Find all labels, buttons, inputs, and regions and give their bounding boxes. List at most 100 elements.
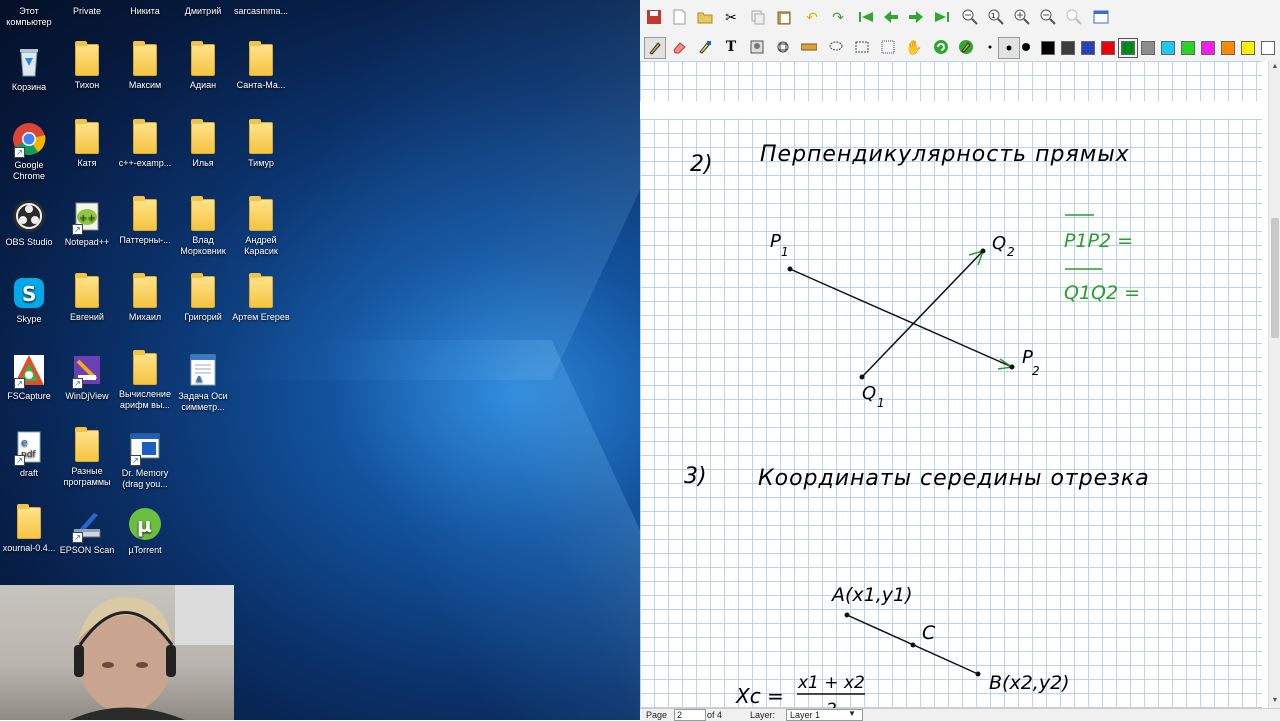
copy-icon[interactable]: [748, 7, 768, 27]
status-bar: Page 2 of 4 Layer: Layer 1 ▼: [640, 708, 1280, 721]
redo-icon[interactable]: ↷: [828, 7, 848, 27]
drawing-canvas[interactable]: 2) Перпендикулярность прямых P 1 P 2 Q 1…: [640, 61, 1268, 708]
ruler-icon[interactable]: [799, 37, 819, 57]
folder-label: Андрей Карасик: [244, 235, 278, 256]
zoom-100-icon[interactable]: 1: [986, 7, 1006, 27]
folder-label: c++-examp...: [118, 158, 172, 168]
desktop-icon-arith-calc[interactable]: Вычисление арифм вы...: [116, 350, 174, 411]
chevron-down-icon[interactable]: ▼: [848, 709, 856, 718]
last-page-icon[interactable]: [932, 7, 952, 27]
new-document-icon[interactable]: [669, 7, 689, 27]
desktop-icon-dr-memory[interactable]: ↗ Dr. Memory (drag you...: [116, 430, 174, 490]
color-swatch-light-green[interactable]: [1181, 41, 1195, 55]
desktop-icon-recycle-bin[interactable]: Корзина: [0, 44, 58, 93]
color-swatch-dark-gray[interactable]: [1061, 41, 1075, 55]
desktop-icon-andrey[interactable]: Андрей Карасик: [232, 196, 290, 257]
page-count: of 4: [707, 710, 723, 720]
color-swatch-red[interactable]: [1101, 41, 1115, 55]
next-page-icon[interactable]: [906, 7, 926, 27]
save-icon[interactable]: [644, 7, 664, 27]
color-swatch-yellow[interactable]: [1241, 41, 1255, 55]
desktop-icon-skype[interactable]: S Skype: [0, 276, 58, 325]
folder-label: Вычисление арифм вы...: [119, 389, 171, 410]
desktop-icon-evgeny[interactable]: Евгений: [58, 273, 116, 323]
desktop-icon-santa-ma[interactable]: Санта-Ма...: [232, 41, 290, 91]
desktop-icon-this-pc[interactable]: Этот компьютер: [0, 2, 58, 28]
color-swatch-white[interactable]: [1261, 41, 1275, 55]
rect-select-icon[interactable]: [852, 37, 872, 57]
desktop-icon-symmetry-task[interactable]: A Задача Оси симметр...: [174, 353, 232, 413]
thick-line-icon[interactable]: [1016, 37, 1036, 57]
desktop-icon-xournal[interactable]: xournal-0.4...: [0, 504, 58, 554]
lasso-select-icon[interactable]: [826, 37, 846, 57]
zoom-in-icon[interactable]: [1012, 7, 1032, 27]
desktop-icon-katya[interactable]: Катя: [58, 119, 116, 169]
desktop-icon-timur[interactable]: Тимур: [232, 119, 290, 169]
desktop-icon-mikhail[interactable]: Михаил: [116, 273, 174, 323]
color-swatch-light-blue[interactable]: [1161, 41, 1175, 55]
image-tool-icon[interactable]: [747, 37, 767, 57]
zoom-fit-width-icon[interactable]: [1038, 7, 1058, 27]
fullscreen-icon[interactable]: [1091, 7, 1111, 27]
section3-number: 3): [684, 464, 707, 489]
eraser-tool-icon[interactable]: [669, 37, 689, 57]
pen-tool-icon[interactable]: [644, 37, 666, 59]
color-swatch-green[interactable]: [1118, 38, 1138, 58]
desktop-icon-cpp-examples[interactable]: c++-examp...: [116, 119, 174, 169]
zoom-out-icon[interactable]: [960, 7, 980, 27]
desktop-icon-ilya[interactable]: Илья: [174, 119, 232, 169]
scroll-up-icon[interactable]: ▲: [1271, 63, 1279, 71]
color-swatch-black[interactable]: [1041, 41, 1055, 55]
desktop-icon-tikhon[interactable]: Тихон: [58, 41, 116, 91]
first-page-icon[interactable]: [856, 7, 876, 27]
previous-page-sheet: [640, 61, 1262, 101]
vertical-scrollbar[interactable]: ▲ ▼: [1268, 61, 1280, 708]
zoom-set-icon[interactable]: [1064, 7, 1084, 27]
shape-recognizer-icon[interactable]: [773, 37, 793, 57]
text-tool-icon[interactable]: T: [721, 37, 741, 57]
page-number-input[interactable]: 2: [674, 709, 706, 721]
desktop-icon-artem[interactable]: Артем Егерев: [232, 273, 290, 323]
folder-icon: [191, 196, 215, 231]
folder-icon: [133, 119, 157, 154]
desktop-icon-nikita[interactable]: Никита: [116, 2, 174, 17]
desktop-icon-utorrent[interactable]: µ µTorrent: [116, 507, 174, 556]
vertical-space-icon[interactable]: [878, 37, 898, 57]
color-swatch-blue[interactable]: [1081, 41, 1095, 55]
hand-tool-icon[interactable]: ✋: [904, 37, 924, 57]
undo-icon[interactable]: ↶: [802, 7, 822, 27]
default-tool-icon[interactable]: [931, 37, 951, 57]
desktop-icon-windjview[interactable]: ↗ WinDjView: [58, 353, 116, 402]
desktop-icon-sarcasmma[interactable]: sarcasmma...: [232, 2, 290, 17]
desktop-icon-fscapture[interactable]: ↗ FSCapture: [0, 353, 58, 402]
desktop-icon-notepad-plus[interactable]: ++ ↗ Notepad++: [58, 199, 116, 248]
scrollbar-thumb[interactable]: [1271, 218, 1279, 338]
folder-label: Private: [72, 6, 101, 16]
open-folder-icon[interactable]: [695, 7, 715, 27]
desktop-icon-vlad[interactable]: Влад Морковник: [174, 196, 232, 257]
desktop-icon-obs-studio[interactable]: OBS Studio: [0, 199, 58, 248]
color-swatch-magenta[interactable]: [1201, 41, 1215, 55]
paste-icon[interactable]: [774, 7, 794, 27]
desktop-icon-dmitry[interactable]: Дмитрий: [174, 2, 232, 17]
desktop-icon-maxim[interactable]: Максим: [116, 41, 174, 91]
previous-page-icon[interactable]: [881, 7, 901, 27]
formula-xc: Xc =: [735, 684, 784, 708]
desktop-icon-adian[interactable]: Адиан: [174, 41, 232, 91]
color-swatch-gray[interactable]: [1141, 41, 1155, 55]
cut-icon[interactable]: ✂: [721, 7, 741, 27]
folder-icon: [75, 273, 99, 308]
default-pen-icon[interactable]: [956, 37, 976, 57]
desktop-icon-misc-programs[interactable]: Разные программы: [58, 427, 116, 488]
highlighter-tool-icon[interactable]: [695, 37, 715, 57]
desktop-icon-draft[interactable]: e pdf ↗ draft: [0, 430, 58, 479]
page-sheet[interactable]: 2) Перпендикулярность прямых P 1 P 2 Q 1…: [640, 119, 1262, 708]
desktop-icon-grigory[interactable]: Григорий: [174, 273, 232, 323]
desktop-icon-google-chrome[interactable]: ↗ Google Chrome: [0, 122, 58, 182]
color-swatch-orange[interactable]: [1221, 41, 1235, 55]
desktop-icon-epson-scan[interactable]: ↗ EPSON Scan: [58, 507, 116, 556]
thin-line-icon[interactable]: [980, 37, 1000, 57]
desktop-icon-private[interactable]: Private: [58, 2, 116, 17]
scroll-down-icon[interactable]: ▼: [1271, 697, 1279, 705]
desktop-icon-patterns[interactable]: Паттерны-...: [116, 196, 174, 246]
